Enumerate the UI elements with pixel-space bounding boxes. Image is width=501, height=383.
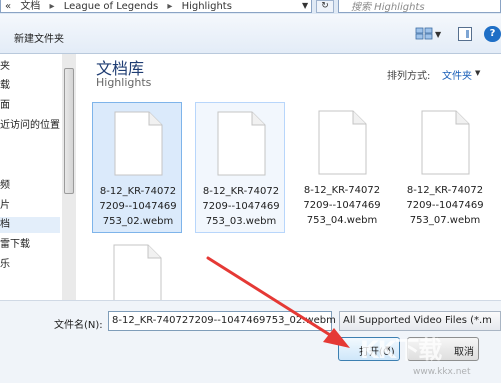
annotation-arrow-icon (206, 256, 350, 348)
watermark-logo: KK下载 (360, 336, 442, 364)
watermark-url: www.kkx.net (413, 367, 471, 377)
